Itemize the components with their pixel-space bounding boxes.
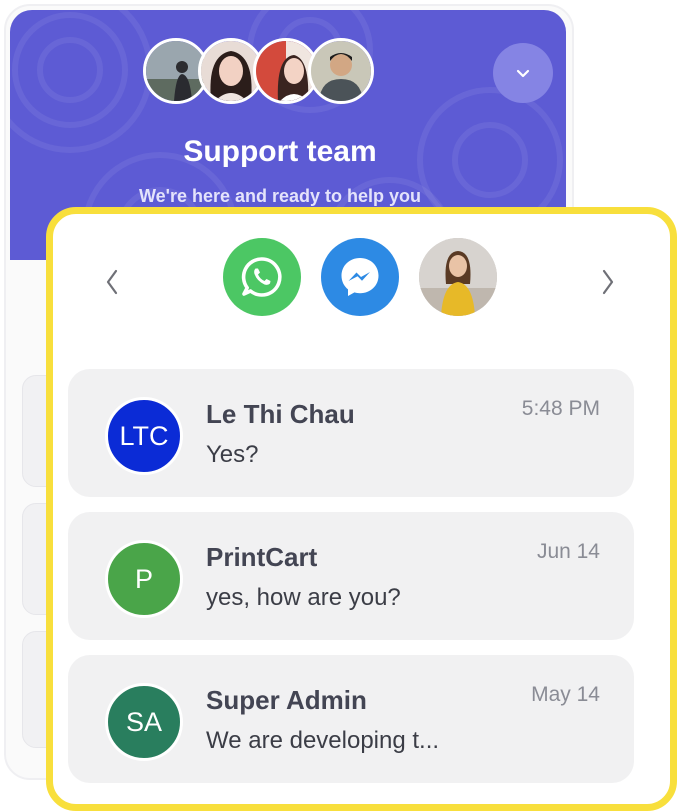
team-avatars	[143, 38, 383, 114]
avatar	[308, 38, 374, 104]
avatar: SA	[105, 683, 183, 761]
message-time: May 14	[531, 683, 600, 706]
next-channel-button[interactable]	[596, 262, 620, 302]
chevron-down-icon	[516, 69, 530, 78]
message-time: 5:48 PM	[521, 397, 600, 420]
contact-name: Le Thi Chau	[206, 399, 355, 429]
message-time: Jun 14	[536, 540, 600, 563]
last-message: We are developing t...	[206, 727, 440, 754]
messenger-button[interactable]	[321, 238, 399, 316]
agent-channel-button[interactable]	[419, 238, 497, 316]
chevron-left-icon	[106, 269, 118, 295]
last-message: Yes?	[206, 441, 259, 468]
last-message: yes, how are you?	[206, 584, 401, 611]
chevron-right-icon	[602, 269, 614, 295]
conversation-item[interactable]: LTC Le Thi Chau Yes? 5:48 PM	[68, 369, 634, 497]
whatsapp-icon	[241, 257, 282, 297]
header-subtitle: We're here and ready to help you	[138, 186, 422, 206]
agent-photo	[419, 238, 497, 316]
whatsapp-button[interactable]	[223, 238, 301, 316]
avatar: LTC	[105, 397, 183, 475]
header-title: Support team	[183, 135, 377, 168]
conversation-item[interactable]: SA Super Admin We are developing t... Ma…	[68, 655, 634, 783]
conversation-item[interactable]: P PrintCart yes, how are you? Jun 14	[68, 512, 634, 640]
avatar: P	[105, 540, 183, 618]
contact-name: PrintCart	[206, 542, 318, 572]
collapse-button[interactable]	[493, 43, 553, 103]
conversation-panel: LTC Le Thi Chau Yes? 5:48 PM P PrintCart…	[46, 207, 677, 811]
prev-channel-button[interactable]	[100, 262, 124, 302]
messenger-icon	[341, 258, 379, 296]
contact-name: Super Admin	[206, 685, 367, 715]
